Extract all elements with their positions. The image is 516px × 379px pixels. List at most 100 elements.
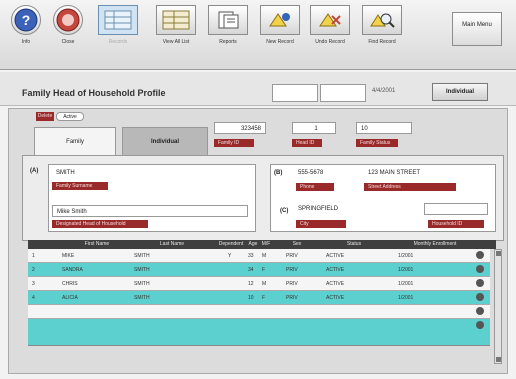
family-id-field[interactable]: 323458	[214, 122, 266, 134]
table-cell-sex	[262, 319, 274, 331]
find-icon	[362, 5, 402, 35]
table-row[interactable]: 2 SANDRA SMITH 34 F PRIV ACTIVE 1/2001	[28, 263, 490, 277]
col-age[interactable]: Age	[246, 240, 260, 249]
table-cell-dep	[228, 277, 238, 289]
table-cell-dep	[228, 305, 238, 317]
table-cell-num	[32, 319, 42, 331]
table-cell-num	[32, 305, 42, 317]
address-field[interactable]: 123 MAIN STREET	[364, 167, 484, 179]
marker-c: (C)	[280, 208, 289, 214]
find-record-button[interactable]: Find Record	[360, 5, 404, 65]
table-cell-dep	[228, 263, 238, 275]
col-first-name[interactable]: First Name	[62, 240, 132, 249]
table-cell-sex	[262, 305, 274, 317]
table-cell-first: MIKE	[62, 253, 75, 259]
table-cell-date: 1/2001	[398, 281, 414, 287]
list-icon	[156, 5, 196, 35]
vertical-scrollbar[interactable]	[494, 249, 502, 364]
page-title: Family Head of Household Profile	[22, 88, 166, 98]
records-button[interactable]: Records	[96, 5, 140, 65]
row-action-icon[interactable]	[476, 279, 484, 287]
household-id-label: Household ID	[428, 220, 484, 228]
date-display: 4/4/2001	[372, 88, 396, 94]
col-status[interactable]: Status	[324, 240, 384, 249]
table-cell-date	[398, 305, 448, 317]
head-of-household-label: Designated Head of Household	[52, 220, 148, 228]
table-cell-dep	[228, 319, 238, 331]
undo-icon	[310, 5, 350, 35]
table-cell-last: SMITH	[134, 267, 150, 273]
table-cell-status	[286, 305, 310, 317]
table-cell-sex: F	[262, 295, 266, 301]
table-cell-status	[286, 319, 310, 331]
col-monthly-enrollment[interactable]: Monthly Enrollment	[398, 240, 472, 249]
col-dependent[interactable]: Dependent	[218, 240, 244, 249]
table-row[interactable]	[28, 305, 490, 319]
col-mf[interactable]: M/F	[260, 240, 272, 249]
main-menu-button[interactable]: Main Menu	[452, 12, 502, 46]
row-action-icon[interactable]	[476, 251, 484, 259]
toolbar: ? Info Close Records View All List Repor…	[0, 0, 516, 70]
view-all-list-button[interactable]: View All List	[154, 5, 198, 65]
table-cell-num: 4	[32, 295, 35, 301]
table-cell-date: 1/2001	[398, 267, 414, 273]
grid-icon	[98, 5, 138, 35]
app-window: ? Info Close Records View All List Repor…	[0, 0, 516, 379]
table-cell-age: 10	[248, 295, 254, 301]
new-record-icon	[260, 5, 300, 35]
table-row[interactable]: 3 CHRIS SMITH 12 M PRIV ACTIVE 1/2001	[28, 277, 490, 291]
table-row[interactable]: 4 ALICIA SMITH 10 F PRIV ACTIVE 1/2001	[28, 291, 490, 305]
phone-label: Phone	[296, 183, 334, 191]
family-status-field[interactable]: 10	[356, 122, 412, 134]
table-cell-date: 1/2001	[398, 253, 414, 259]
row-action-icon[interactable]	[476, 321, 484, 329]
table-cell-first: ALICIA	[62, 295, 78, 301]
city-field[interactable]: SPRINGFIELD	[294, 203, 414, 215]
family-status-label: Family Status	[356, 139, 398, 147]
table-cell-date	[398, 319, 448, 331]
marker-b: (B)	[274, 170, 283, 176]
table-row[interactable]	[28, 319, 490, 333]
new-record-button[interactable]: New Record	[258, 5, 302, 65]
phone-field[interactable]: 555-5678	[294, 167, 356, 179]
scroll-down-arrow-icon[interactable]	[496, 357, 501, 362]
info-button[interactable]: ? Info	[4, 5, 48, 65]
undo-record-button[interactable]: Undo Record	[308, 5, 352, 65]
table-header: First Name Last Name Dependent Age M/F S…	[28, 240, 496, 249]
family-name-field[interactable]: SMITH	[52, 167, 252, 179]
question-icon: ?	[11, 5, 41, 35]
reports-button[interactable]: Reports	[206, 5, 250, 65]
head-of-household-field[interactable]: Mike Smith	[52, 205, 248, 217]
head-id-field[interactable]: 1	[292, 122, 336, 134]
row-action-icon[interactable]	[476, 293, 484, 301]
col-last-name[interactable]: Last Name	[134, 240, 210, 249]
table-footer-band	[28, 332, 490, 346]
scroll-up-arrow-icon[interactable]	[496, 251, 501, 256]
delete-tab[interactable]: Delete	[36, 112, 54, 121]
tab-family[interactable]: Family	[34, 127, 116, 155]
table-cell-date: 1/2001	[398, 295, 414, 301]
family-id-label: Family ID	[214, 139, 254, 147]
household-id-field[interactable]	[424, 203, 488, 215]
table-cell-sex: M	[262, 253, 267, 259]
close-button[interactable]: Close	[46, 5, 90, 65]
tab-individual[interactable]: Individual	[122, 127, 208, 155]
table-cell-num: 2	[32, 267, 35, 273]
col-sex[interactable]: Sex	[284, 240, 310, 249]
table-cell-status: PRIV	[286, 281, 298, 287]
title-field-2[interactable]	[320, 84, 366, 102]
title-field-1[interactable]	[272, 84, 318, 102]
table-row[interactable]: 1 MIKE SMITH Y 33 M PRIV ACTIVE 1/2001	[28, 249, 490, 263]
table-cell-state: ACTIVE	[326, 281, 345, 287]
reports-icon	[208, 5, 248, 35]
individual-button[interactable]: Individual	[432, 83, 488, 101]
table-cell-age: 33	[248, 253, 254, 259]
table-cell-state	[326, 305, 376, 317]
row-action-icon[interactable]	[476, 265, 484, 273]
table-cell-first: SANDRA	[62, 267, 83, 273]
table-cell-first	[62, 305, 122, 317]
active-tab[interactable]: Active	[56, 112, 84, 121]
table-cell-last: SMITH	[134, 281, 150, 287]
row-action-icon[interactable]	[476, 307, 484, 315]
table-cell-num: 1	[32, 253, 35, 259]
